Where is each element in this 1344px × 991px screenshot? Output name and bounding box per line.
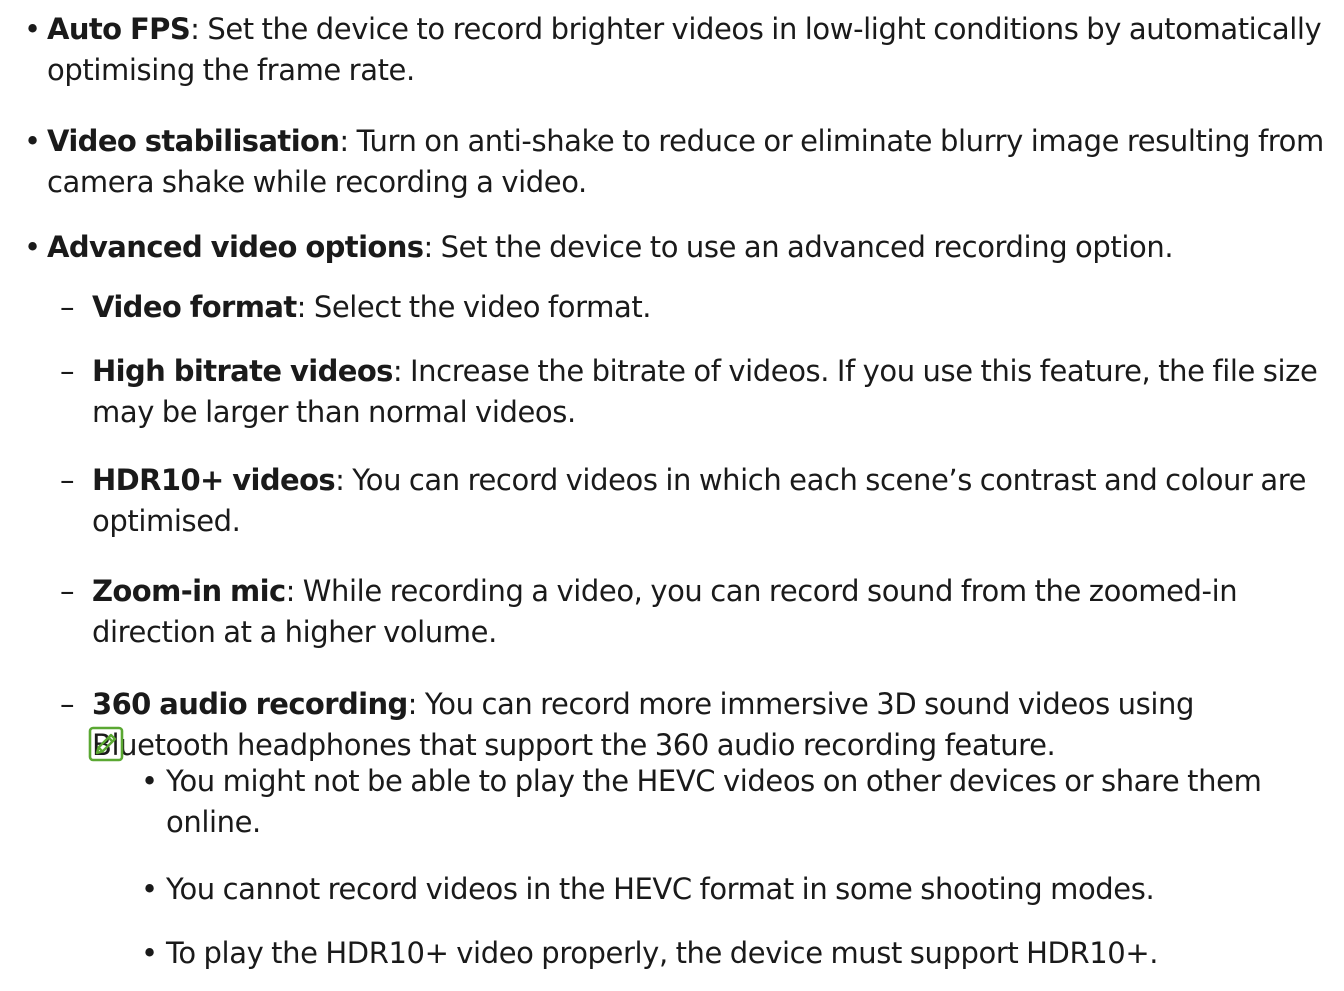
desc-auto-fps: : Set the device to record brighter vide… (47, 12, 1322, 87)
term-zoom-in-mic: Zoom-in mic (92, 574, 286, 608)
dash-marker: – (60, 290, 75, 324)
bullet-marker: • (24, 230, 42, 264)
subitem-video-format: Video format: Select the video format. (92, 287, 1337, 328)
bullet-auto-fps: Auto FPS: Set the device to record brigh… (47, 9, 1337, 91)
term-hdr10-videos: HDR10+ videos (92, 463, 336, 497)
bullet-advanced-video-options: Advanced video options: Set the device t… (47, 227, 1337, 268)
subitem-zoom-in-mic: Zoom-in mic: While recording a video, yo… (92, 571, 1337, 653)
note-item-hevc-playback: You might not be able to play the HEVC v… (166, 764, 1262, 839)
dash-marker: – (60, 574, 75, 608)
term-auto-fps: Auto FPS (47, 12, 191, 46)
note-bullet-marker: • (141, 764, 159, 798)
dash-marker: – (60, 687, 75, 721)
subitem-hdr10-videos: HDR10+ videos: You can record videos in … (92, 460, 1337, 542)
note-item-hdr10-support: To play the HDR10+ video properly, the d… (166, 936, 1159, 970)
term-video-format: Video format (92, 290, 297, 324)
subitem-high-bitrate-videos: High bitrate videos: Increase the bitrat… (92, 351, 1337, 433)
term-video-stabilisation: Video stabilisation (47, 124, 340, 158)
subitem-360-audio-recording: 360 audio recording: You can record more… (92, 684, 1337, 766)
manual-page: • Auto FPS: Set the device to record bri… (0, 0, 1344, 991)
bullet-marker: • (24, 124, 42, 158)
note-pencil-icon (88, 726, 124, 762)
term-advanced-video-options: Advanced video options (47, 230, 424, 264)
dash-marker: – (60, 354, 75, 388)
note-bullet-marker: • (141, 872, 159, 906)
term-360-audio-recording: 360 audio recording (92, 687, 408, 721)
note-item-hevc-modes: You cannot record videos in the HEVC for… (166, 872, 1155, 906)
bullet-marker: • (24, 12, 42, 46)
desc-advanced-video-options: : Set the device to use an advanced reco… (423, 230, 1174, 264)
term-high-bitrate-videos: High bitrate videos (92, 354, 393, 388)
dash-marker: – (60, 463, 75, 497)
bullet-video-stabilisation: Video stabilisation: Turn on anti-shake … (47, 121, 1337, 203)
desc-video-format: : Select the video format. (296, 290, 652, 324)
note-bullet-marker: • (141, 936, 159, 970)
